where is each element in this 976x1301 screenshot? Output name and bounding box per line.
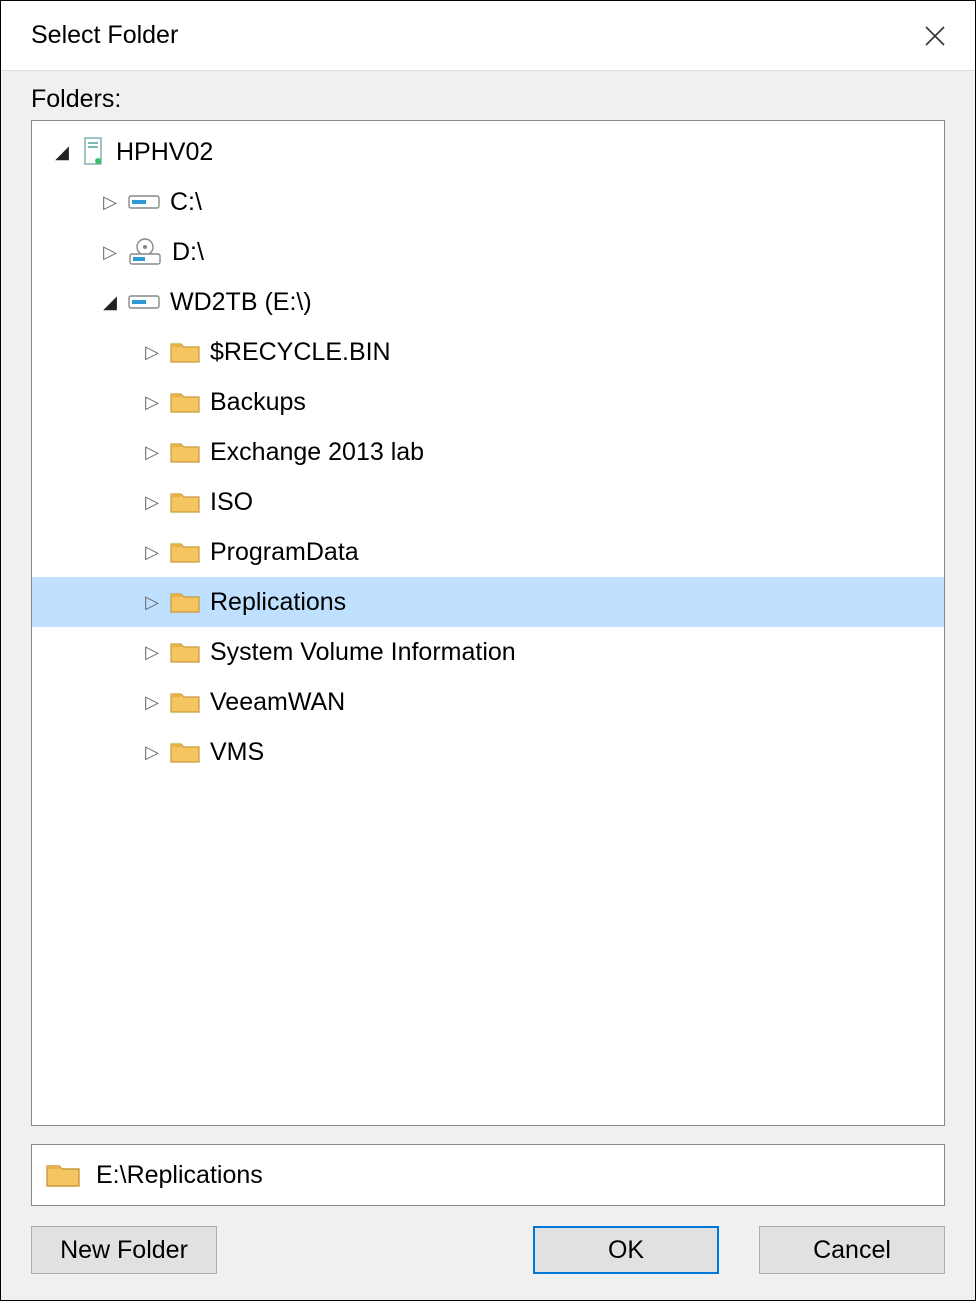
tree-item-label: ProgramData <box>210 538 359 567</box>
expander-icon[interactable]: ▷ <box>140 642 164 663</box>
expander-icon[interactable]: ▷ <box>140 492 164 513</box>
tree-item-label: VeeamWAN <box>210 688 345 717</box>
tree-item-label: System Volume Information <box>210 638 516 667</box>
tree-item-label: Replications <box>210 588 346 617</box>
cancel-button[interactable]: Cancel <box>759 1226 945 1274</box>
tree-item-label: Backups <box>210 388 306 417</box>
tree-item-label: VMS <box>210 738 264 767</box>
tree-folder[interactable]: ▷ System Volume Information <box>32 627 944 677</box>
tree-drive-e[interactable]: ◢ WD2TB (E:\) <box>32 277 944 327</box>
expander-icon[interactable]: ◢ <box>98 292 122 313</box>
expander-icon[interactable]: ▷ <box>140 542 164 563</box>
expander-icon[interactable]: ▷ <box>98 242 122 263</box>
folder-icon <box>170 690 200 714</box>
expander-icon[interactable]: ▷ <box>140 442 164 463</box>
titlebar: Select Folder <box>1 1 975 71</box>
tree-folder[interactable]: ▷ ISO <box>32 477 944 527</box>
button-label: OK <box>608 1236 644 1265</box>
tree-folder-selected[interactable]: ▷ Replications <box>32 577 944 627</box>
dialog-title: Select Folder <box>31 21 178 50</box>
select-folder-dialog: Select Folder Folders: ◢ HPHV02 ▷ C <box>0 0 976 1301</box>
button-row: New Folder OK Cancel <box>1 1206 975 1300</box>
hdd-icon <box>128 193 160 211</box>
button-label: New Folder <box>60 1236 188 1265</box>
folder-icon <box>46 1161 80 1189</box>
tree-drive-c[interactable]: ▷ C:\ <box>32 177 944 227</box>
folder-tree[interactable]: ◢ HPHV02 ▷ C:\ ▷ D:\ <box>31 120 945 1126</box>
folder-icon <box>170 390 200 414</box>
expander-icon[interactable]: ▷ <box>140 692 164 713</box>
folder-icon <box>170 440 200 464</box>
tree-item-label: D:\ <box>172 238 204 267</box>
tree-item-label: C:\ <box>170 188 202 217</box>
optical-drive-icon <box>128 238 162 266</box>
expander-icon[interactable]: ▷ <box>140 742 164 763</box>
expander-icon[interactable]: ▷ <box>140 392 164 413</box>
folders-label: Folders: <box>31 85 945 114</box>
tree-item-label: $RECYCLE.BIN <box>210 338 391 367</box>
folder-icon <box>170 340 200 364</box>
ok-button[interactable]: OK <box>533 1226 719 1274</box>
tree-folder[interactable]: ▷ Exchange 2013 lab <box>32 427 944 477</box>
tree-item-label: WD2TB (E:\) <box>170 288 312 317</box>
expander-icon[interactable]: ▷ <box>140 592 164 613</box>
expander-icon[interactable]: ▷ <box>98 192 122 213</box>
computer-icon <box>80 137 106 167</box>
tree-folder[interactable]: ▷ VeeamWAN <box>32 677 944 727</box>
expander-icon[interactable]: ◢ <box>50 142 74 163</box>
tree-item-label: ISO <box>210 488 253 517</box>
new-folder-button[interactable]: New Folder <box>31 1226 217 1274</box>
folder-icon <box>170 490 200 514</box>
selected-path-text: E:\Replications <box>96 1161 263 1190</box>
tree-folder[interactable]: ▷ VMS <box>32 727 944 777</box>
expander-icon[interactable]: ▷ <box>140 342 164 363</box>
folder-icon <box>170 640 200 664</box>
tree-item-label: HPHV02 <box>116 138 213 167</box>
close-icon <box>924 25 946 47</box>
tree-root[interactable]: ◢ HPHV02 <box>32 127 944 177</box>
tree-folder[interactable]: ▷ ProgramData <box>32 527 944 577</box>
tree-drive-d[interactable]: ▷ D:\ <box>32 227 944 277</box>
selected-path-box: E:\Replications <box>31 1144 945 1206</box>
content-area: Folders: ◢ HPHV02 ▷ C:\ ▷ <box>1 71 975 1126</box>
tree-folder[interactable]: ▷ Backups <box>32 377 944 427</box>
folder-icon <box>170 540 200 564</box>
tree-folder[interactable]: ▷ $RECYCLE.BIN <box>32 327 944 377</box>
folder-icon <box>170 590 200 614</box>
tree-item-label: Exchange 2013 lab <box>210 438 424 467</box>
button-label: Cancel <box>813 1236 891 1265</box>
hdd-icon <box>128 293 160 311</box>
close-button[interactable] <box>915 16 955 56</box>
folder-icon <box>170 740 200 764</box>
